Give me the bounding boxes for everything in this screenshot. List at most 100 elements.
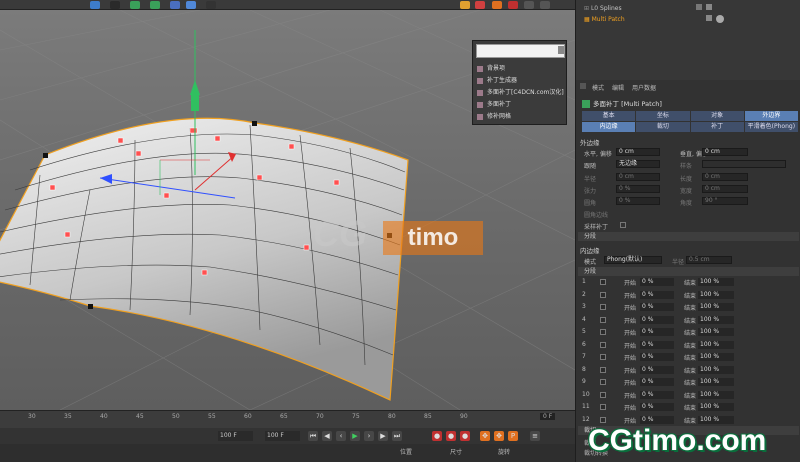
inner-radius-field[interactable]: 0.5 cm	[686, 256, 732, 264]
start-field[interactable]: 0 %	[640, 403, 674, 411]
start-field[interactable]: 0 %	[640, 390, 674, 399]
last-frame-icon[interactable]: ⏭	[392, 431, 402, 441]
end-frame-field[interactable]: 100 F	[265, 431, 300, 441]
start-field[interactable]: 0 %	[640, 365, 674, 374]
subdivide-icon[interactable]	[130, 1, 140, 9]
gear-icon[interactable]	[475, 1, 485, 9]
3d-viewport[interactable]: CG timo 背景项 补丁生成器 多面补丁[C4DCN.com汉化] 多面补丁…	[0, 10, 575, 410]
angle-field[interactable]: 90 °	[702, 197, 748, 205]
start-field[interactable]: 0 %	[640, 353, 674, 361]
prev-frame-icon[interactable]: ‹	[336, 431, 346, 441]
visibility-icon[interactable]	[696, 4, 702, 10]
start-field[interactable]: 0 %	[640, 290, 674, 299]
floor-icon[interactable]	[186, 1, 196, 9]
segment-checkbox[interactable]	[600, 404, 606, 410]
round-field[interactable]: 0 %	[616, 197, 660, 205]
end-field[interactable]: 100 %	[698, 290, 734, 299]
move-icon[interactable]	[460, 1, 470, 9]
move-key-icon[interactable]: ✥	[480, 431, 490, 441]
object-row-splines[interactable]: ⊞ L0 Splines	[584, 4, 622, 14]
end-field[interactable]: 100 %	[698, 315, 734, 324]
h-offset-field[interactable]: 0 cm	[616, 148, 660, 156]
material-icon[interactable]	[716, 15, 724, 23]
start-field[interactable]: 0 %	[640, 340, 674, 349]
camera-icon[interactable]	[206, 1, 216, 9]
check-icon[interactable]	[706, 4, 712, 10]
end-field[interactable]: 100 %	[698, 278, 734, 286]
length-field[interactable]: 0 cm	[702, 173, 748, 181]
render-icon[interactable]	[524, 1, 534, 9]
section-split-bar[interactable]: 分段	[578, 232, 799, 241]
check-icon[interactable]	[706, 15, 712, 21]
tab-phong[interactable]: 平滑着色(Phong)	[744, 122, 798, 132]
scale-key-icon[interactable]: P	[508, 431, 518, 441]
popup-item[interactable]: 多面补丁	[477, 99, 511, 110]
segment-checkbox[interactable]	[600, 354, 606, 360]
start-field[interactable]: 0 %	[640, 328, 674, 336]
menu-icon[interactable]: ≡	[530, 431, 540, 441]
end-field[interactable]: 100 %	[698, 378, 734, 386]
menu-edit[interactable]: 编辑	[612, 83, 624, 92]
scale-icon[interactable]	[492, 1, 502, 9]
end-field[interactable]: 100 %	[698, 328, 734, 336]
tension-field[interactable]: 0 %	[616, 185, 660, 193]
menu-mode[interactable]: 模式	[592, 83, 604, 92]
popup-item[interactable]: 多面补丁[C4DCN.com汉化]	[477, 87, 564, 98]
mode-dropdown[interactable]: Phong(默认)	[604, 256, 662, 264]
width-field[interactable]: 0 cm	[702, 185, 748, 193]
expand-icon[interactable]: ⊞	[584, 5, 591, 12]
next-frame-icon[interactable]: ›	[364, 431, 374, 441]
timeline-ruler[interactable]: 30 35 40 45 50 55 60 65 70 75 80 85 90 0…	[0, 410, 575, 428]
tab-inner-edge[interactable]: 内边缘	[582, 122, 636, 132]
tab-patch[interactable]: 补丁	[690, 122, 744, 132]
deformer-icon[interactable]	[170, 1, 180, 9]
end-field[interactable]: 100 %	[698, 303, 734, 311]
record-icon[interactable]: ●	[432, 431, 442, 441]
section-divide-bar[interactable]: 分段	[578, 267, 799, 276]
menu-userdata[interactable]: 用户数据	[632, 83, 656, 92]
segment-checkbox[interactable]	[600, 316, 606, 323]
end-field[interactable]: 100 %	[698, 340, 734, 349]
end-field[interactable]: 100 %	[698, 403, 734, 411]
end-field[interactable]: 100 %	[698, 390, 734, 399]
key-selection-icon[interactable]: ●	[460, 431, 470, 441]
popup-scroll-icon[interactable]	[558, 46, 564, 54]
start-field[interactable]: 0 %	[640, 315, 674, 324]
object-row-multi-patch[interactable]: ▦ Multi Patch	[584, 15, 625, 25]
rotate-icon[interactable]	[508, 1, 518, 9]
segment-checkbox[interactable]	[600, 304, 606, 310]
start-frame-field[interactable]: 100 F	[218, 431, 253, 441]
segment-checkbox[interactable]	[600, 391, 606, 398]
autokey-icon[interactable]: ●	[446, 431, 456, 441]
start-field[interactable]: 0 %	[640, 378, 674, 386]
popup-search-field[interactable]	[476, 44, 565, 58]
end-field[interactable]: 100 %	[698, 353, 734, 361]
first-frame-icon[interactable]: ⏮	[308, 431, 318, 441]
play-icon[interactable]: ▶	[350, 431, 360, 441]
start-field[interactable]: 0 %	[640, 303, 674, 311]
popup-item[interactable]: 补丁生成器	[477, 75, 517, 86]
tab-outer-boundary[interactable]: 外边界	[744, 111, 798, 121]
segment-checkbox[interactable]	[600, 279, 606, 285]
pen-icon[interactable]	[110, 1, 120, 9]
spline-link-field[interactable]	[702, 160, 786, 168]
segment-checkbox[interactable]	[600, 366, 606, 373]
rotate-key-icon[interactable]: ✥	[494, 431, 504, 441]
next-key-icon[interactable]: ▶	[378, 431, 388, 441]
prev-key-icon[interactable]: ◀	[322, 431, 332, 441]
tab-trim[interactable]: 裁切	[636, 122, 690, 132]
radius-field[interactable]: 0 cm	[616, 173, 660, 181]
start-field[interactable]: 0 %	[640, 278, 674, 286]
follow-dropdown[interactable]: 无边缘	[616, 160, 660, 168]
v-offset-field[interactable]: 0 cm	[702, 148, 748, 156]
tab-coord[interactable]: 坐标	[636, 111, 690, 121]
tab-object[interactable]: 对象	[690, 111, 744, 121]
segment-checkbox[interactable]	[600, 291, 606, 298]
popup-item[interactable]: 背景项	[477, 63, 505, 74]
settings-icon[interactable]	[540, 1, 550, 9]
sample-patch-checkbox[interactable]	[620, 222, 626, 228]
end-field[interactable]: 100 %	[698, 365, 734, 374]
cube-icon[interactable]	[90, 1, 100, 9]
tab-basic[interactable]: 基本	[582, 111, 636, 121]
current-frame[interactable]: 0 F	[540, 413, 556, 420]
